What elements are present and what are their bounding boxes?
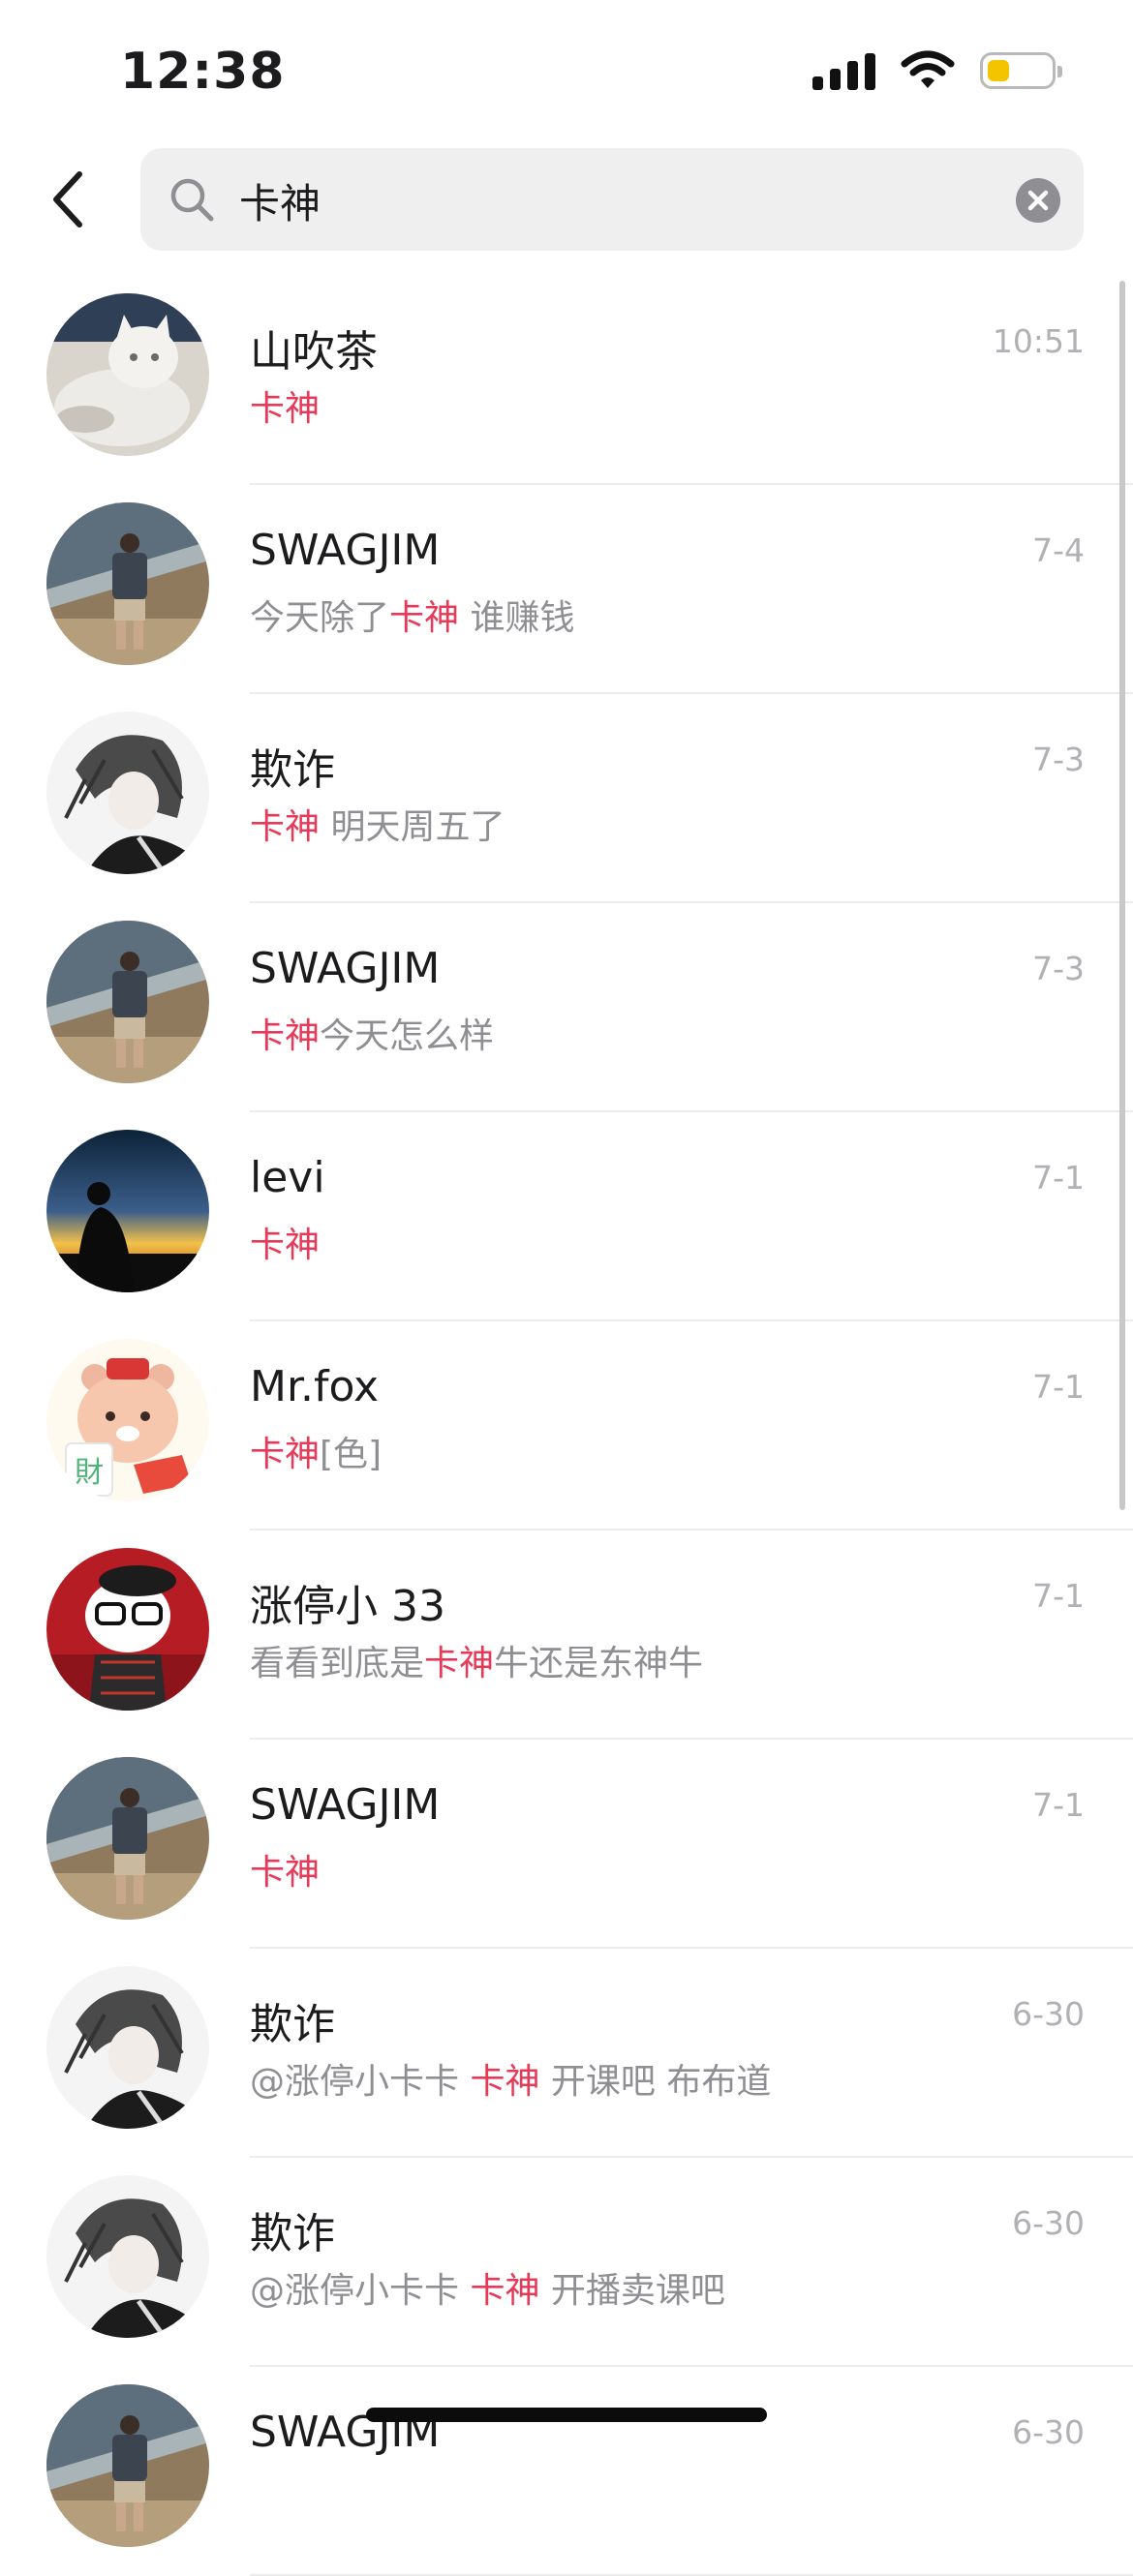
contact-name: 欺诈	[250, 2209, 335, 2258]
matched-keyword: 卡神	[470, 2062, 540, 2102]
message-preview: @涨停小卡卡 卡神 开播卖课吧	[250, 2262, 725, 2313]
message-preview: 卡神[色]	[250, 1426, 382, 1476]
preview-text: 今天除了	[250, 598, 390, 638]
matched-keyword: 卡神	[250, 1853, 321, 1893]
search-results-list: 山吹茶 卡神 10:51 SWAGJIM 今天除了卡神 谁赚钱 7-4 欺诈 卡神 明天周…	[0, 276, 1133, 2576]
wifi-icon	[901, 50, 955, 88]
matched-keyword: 卡神	[470, 2271, 540, 2311]
scrollbar[interactable]	[1119, 281, 1125, 1510]
hello-kitty-avatar	[46, 1548, 209, 1711]
message-preview: @涨停小卡卡 卡神 开课吧 布布道	[250, 2053, 771, 2104]
home-indicator[interactable]	[366, 2408, 767, 2422]
message-timestamp: 7-4	[1032, 531, 1085, 569]
message-timestamp: 7-3	[1032, 950, 1085, 987]
chat-result-row[interactable]: 欺诈 @涨停小卡卡 卡神 开课吧 布布道 6-30	[0, 1949, 1133, 2158]
preview-text: 谁赚钱	[459, 598, 575, 638]
message-preview: 卡神	[250, 1217, 320, 1267]
clear-search-button[interactable]	[1016, 178, 1060, 223]
back-arrow-icon[interactable]	[43, 165, 101, 234]
matched-keyword: 卡神	[250, 1435, 321, 1474]
contact-name: SWAGJIM	[250, 944, 441, 993]
message-preview: 卡神今天怎么样	[250, 1008, 494, 1058]
chat-result-row[interactable]: 山吹茶卡神 10:51	[0, 276, 1133, 485]
message-timestamp: 7-1	[1032, 1577, 1085, 1615]
anime-boy-avatar	[46, 1966, 209, 2129]
message-timestamp: 7-1	[1032, 1159, 1085, 1197]
close-icon	[1027, 190, 1049, 211]
message-timestamp: 7-1	[1032, 1368, 1085, 1406]
man-back-view-avatar	[46, 1757, 209, 1920]
contact-name: 山吹茶	[250, 327, 378, 377]
preview-text: 今天怎么样	[320, 1016, 495, 1056]
message-timestamp: 6-30	[1012, 2204, 1085, 2242]
message-preview: 卡神 明天周五了	[250, 799, 505, 849]
chat-result-row[interactable]: 欺诈 @涨停小卡卡 卡神 开播卖课吧 6-30	[0, 2158, 1133, 2367]
search-bar	[140, 148, 1084, 251]
contact-name: SWAGJIM	[250, 1780, 441, 1830]
anime-boy-avatar	[46, 712, 209, 874]
matched-keyword: 卡神	[250, 1226, 321, 1265]
matched-keyword: 卡神	[250, 807, 321, 847]
message-timestamp: 10:51	[992, 322, 1085, 360]
message-timestamp: 6-30	[1012, 1995, 1085, 2033]
preview-text: 牛还是东神牛	[494, 1644, 704, 1683]
preview-text: 开播卖课吧	[539, 2271, 725, 2311]
battery-level	[988, 60, 1009, 81]
chat-result-row[interactable]: 涨停小 33 看看到底是卡神牛还是东神牛 7-1	[0, 1530, 1133, 1740]
white-cat-avatar	[46, 293, 209, 456]
matched-keyword: 卡神	[389, 598, 460, 638]
man-back-view-avatar	[46, 921, 209, 1083]
anime-boy-avatar	[46, 2175, 209, 2338]
contact-name: 欺诈	[250, 2000, 335, 2049]
preview-text: 看看到底是	[250, 1644, 425, 1683]
message-preview: 卡神	[250, 380, 320, 431]
matched-keyword: 卡神	[250, 1016, 321, 1056]
matched-keyword: 卡神	[250, 389, 321, 429]
contact-name: 涨停小 33	[250, 1582, 445, 1631]
chat-result-row[interactable]: 欺诈 卡神 明天周五了 7-3	[0, 694, 1133, 903]
chat-result-row[interactable]: SWAGJIM 卡神 7-1	[0, 1740, 1133, 1949]
cartoon-bear-avatar: 財	[46, 1339, 209, 1501]
contact-name: SWAGJIM	[250, 526, 441, 575]
message-preview: 看看到底是卡神牛还是东神牛	[250, 1635, 703, 1685]
message-timestamp: 7-3	[1032, 741, 1085, 778]
svg-text:財: 財	[75, 1456, 104, 1490]
search-icon	[170, 178, 214, 222]
message-preview: 卡神	[250, 1844, 320, 1894]
status-time: 12:38	[120, 43, 286, 101]
preview-text: @涨停小卡卡	[250, 2062, 471, 2102]
matched-keyword: 卡神	[424, 1644, 495, 1683]
preview-text: [色]	[320, 1435, 383, 1474]
search-input[interactable]	[237, 166, 996, 235]
status-bar: 12:38	[0, 0, 1133, 145]
contact-name: levi	[250, 1153, 325, 1202]
chat-result-row[interactable]: SWAGJIM 今天除了卡神 谁赚钱 7-4	[0, 485, 1133, 694]
message-timestamp: 6-30	[1012, 2413, 1085, 2451]
chat-result-row[interactable]: SWAGJIM 6-30	[0, 2367, 1133, 2576]
preview-text: 开课吧 布布道	[539, 2062, 772, 2102]
battery-icon	[980, 52, 1062, 89]
man-back-view-avatar	[46, 2384, 209, 2547]
contact-name: Mr.fox	[250, 1362, 380, 1411]
sunset-silhouette-avatar	[46, 1130, 209, 1292]
chat-result-row[interactable]: levi 卡神 7-1	[0, 1112, 1133, 1321]
message-timestamp: 7-1	[1032, 1786, 1085, 1824]
status-icons	[812, 50, 1062, 91]
contact-name: 欺诈	[250, 745, 335, 795]
preview-text: 明天周五了	[320, 807, 505, 847]
message-preview: 今天除了卡神 谁赚钱	[250, 590, 574, 640]
cellular-signal-icon	[812, 51, 875, 90]
preview-text: @涨停小卡卡	[250, 2271, 471, 2311]
chat-result-row[interactable]: SWAGJIM 卡神今天怎么样 7-3	[0, 903, 1133, 1112]
man-back-view-avatar	[46, 502, 209, 665]
chat-result-row[interactable]: 財 Mr.fox 卡神[色] 7-1	[0, 1321, 1133, 1530]
